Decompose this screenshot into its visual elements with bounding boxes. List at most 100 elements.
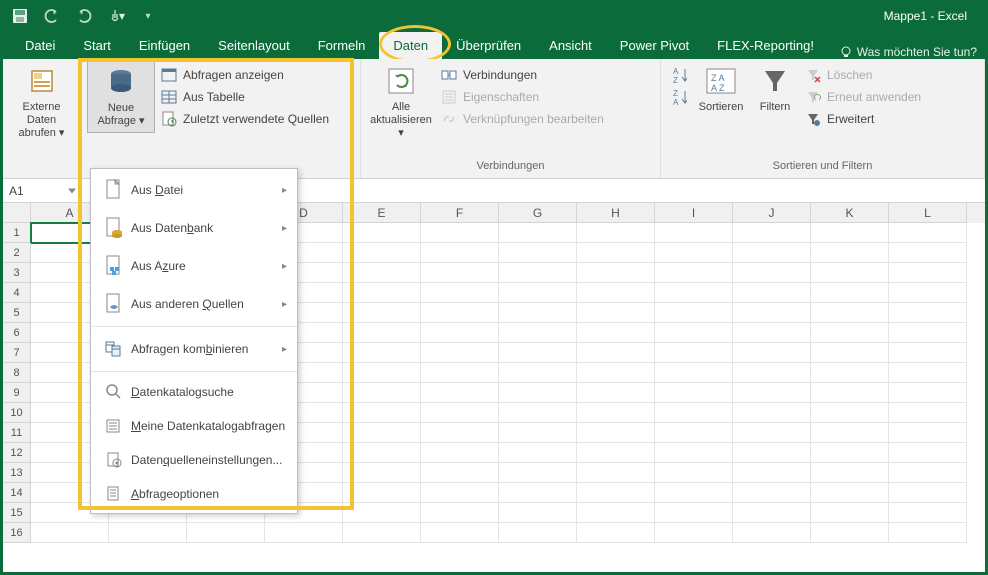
cell[interactable] bbox=[889, 523, 967, 543]
cell[interactable] bbox=[811, 383, 889, 403]
cell[interactable] bbox=[343, 523, 421, 543]
cell[interactable] bbox=[421, 503, 499, 523]
externe-daten-abrufen-button[interactable]: Externe Daten abrufen ▾ bbox=[9, 61, 74, 145]
cell[interactable] bbox=[811, 523, 889, 543]
cell[interactable] bbox=[343, 383, 421, 403]
cell[interactable] bbox=[499, 523, 577, 543]
cell[interactable] bbox=[811, 343, 889, 363]
cell[interactable] bbox=[655, 363, 733, 383]
cell[interactable] bbox=[343, 503, 421, 523]
cell[interactable] bbox=[343, 323, 421, 343]
dd-aus-datenbank[interactable]: Aus Datenbank▸ bbox=[91, 209, 297, 247]
cell[interactable] bbox=[733, 443, 811, 463]
cell[interactable] bbox=[343, 363, 421, 383]
row-header[interactable]: 9 bbox=[3, 383, 31, 403]
cell[interactable] bbox=[421, 283, 499, 303]
name-box[interactable]: A1 bbox=[3, 179, 81, 202]
alle-aktualisieren-button[interactable]: Alle aktualisieren ▾ bbox=[367, 61, 435, 145]
cell[interactable] bbox=[343, 443, 421, 463]
cell[interactable] bbox=[733, 383, 811, 403]
cell[interactable] bbox=[577, 243, 655, 263]
cell[interactable] bbox=[889, 243, 967, 263]
cell[interactable] bbox=[421, 323, 499, 343]
cell[interactable] bbox=[889, 503, 967, 523]
cell[interactable] bbox=[889, 223, 967, 243]
cell[interactable] bbox=[577, 403, 655, 423]
save-icon[interactable] bbox=[11, 7, 29, 25]
cell[interactable] bbox=[421, 303, 499, 323]
sort-asc-icon[interactable]: AZ bbox=[671, 67, 687, 83]
cell[interactable] bbox=[421, 403, 499, 423]
cell[interactable] bbox=[655, 303, 733, 323]
cell[interactable] bbox=[421, 223, 499, 243]
cell[interactable] bbox=[889, 343, 967, 363]
cell[interactable] bbox=[655, 503, 733, 523]
cell[interactable] bbox=[811, 303, 889, 323]
cell[interactable] bbox=[811, 423, 889, 443]
tab-ansicht[interactable]: Ansicht bbox=[535, 32, 606, 59]
dd-datenquelleneinstellungen[interactable]: Datenquelleneinstellungen... bbox=[91, 443, 297, 477]
cell[interactable] bbox=[109, 523, 187, 543]
cell[interactable] bbox=[655, 463, 733, 483]
cell[interactable] bbox=[499, 503, 577, 523]
col-header[interactable]: L bbox=[889, 203, 967, 223]
cell[interactable] bbox=[343, 263, 421, 283]
cell[interactable] bbox=[655, 243, 733, 263]
cell[interactable] bbox=[811, 323, 889, 343]
cell[interactable] bbox=[577, 483, 655, 503]
col-header[interactable]: F bbox=[421, 203, 499, 223]
cell[interactable] bbox=[733, 303, 811, 323]
cell[interactable] bbox=[733, 323, 811, 343]
cell[interactable] bbox=[265, 523, 343, 543]
cell[interactable] bbox=[577, 503, 655, 523]
cell[interactable] bbox=[733, 523, 811, 543]
cell[interactable] bbox=[577, 523, 655, 543]
cell[interactable] bbox=[655, 283, 733, 303]
sortieren-button[interactable]: Z AA Z Sortieren bbox=[693, 61, 749, 118]
row-header[interactable]: 13 bbox=[3, 463, 31, 483]
cell[interactable] bbox=[811, 483, 889, 503]
col-header[interactable]: J bbox=[733, 203, 811, 223]
cell[interactable] bbox=[343, 303, 421, 323]
cell[interactable] bbox=[655, 523, 733, 543]
cell[interactable] bbox=[499, 463, 577, 483]
cell[interactable] bbox=[187, 523, 265, 543]
col-header[interactable]: E bbox=[343, 203, 421, 223]
cell[interactable] bbox=[499, 303, 577, 323]
cell[interactable] bbox=[421, 363, 499, 383]
cell[interactable] bbox=[733, 423, 811, 443]
tab-datei[interactable]: Datei bbox=[11, 32, 69, 59]
cell[interactable] bbox=[421, 383, 499, 403]
verbindungen-button[interactable]: Verbindungen bbox=[437, 65, 608, 85]
row-header[interactable]: 10 bbox=[3, 403, 31, 423]
row-header[interactable]: 1 bbox=[3, 223, 31, 243]
col-header[interactable]: K bbox=[811, 203, 889, 223]
cell[interactable] bbox=[421, 443, 499, 463]
cell[interactable] bbox=[811, 363, 889, 383]
cell[interactable] bbox=[889, 423, 967, 443]
aus-tabelle-button[interactable]: Aus Tabelle bbox=[157, 87, 333, 107]
touch-mode-icon[interactable]: ▾ bbox=[107, 7, 125, 25]
cell[interactable] bbox=[733, 263, 811, 283]
cell[interactable] bbox=[811, 443, 889, 463]
zuletzt-verwendete-quellen-button[interactable]: Zuletzt verwendete Quellen bbox=[157, 109, 333, 129]
erweitert-button[interactable]: Erweitert bbox=[801, 109, 925, 129]
tab-flexreporting[interactable]: FLEX-Reporting! bbox=[703, 32, 828, 59]
cell[interactable] bbox=[655, 263, 733, 283]
col-header[interactable]: I bbox=[655, 203, 733, 223]
cell[interactable] bbox=[421, 423, 499, 443]
cell[interactable] bbox=[811, 243, 889, 263]
row-header[interactable]: 15 bbox=[3, 503, 31, 523]
cell[interactable] bbox=[733, 243, 811, 263]
row-header[interactable]: 5 bbox=[3, 303, 31, 323]
cell[interactable] bbox=[655, 383, 733, 403]
tab-start[interactable]: Start bbox=[69, 32, 124, 59]
cell[interactable] bbox=[499, 363, 577, 383]
row-header[interactable]: 3 bbox=[3, 263, 31, 283]
cell[interactable] bbox=[733, 223, 811, 243]
row-header[interactable]: 14 bbox=[3, 483, 31, 503]
cell[interactable] bbox=[577, 303, 655, 323]
cell[interactable] bbox=[889, 403, 967, 423]
cell[interactable] bbox=[499, 323, 577, 343]
cell[interactable] bbox=[499, 283, 577, 303]
